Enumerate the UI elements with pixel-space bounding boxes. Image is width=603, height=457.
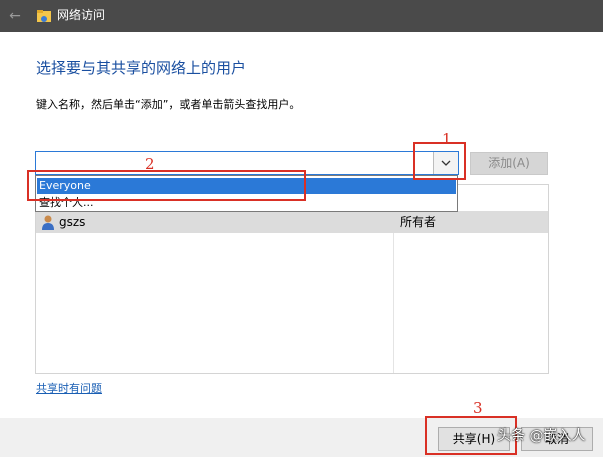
instruction-text: 键入名称，然后单击“添加”，或者单击箭头查找用户。: [36, 98, 301, 111]
list-item[interactable]: gszs 所有者: [36, 211, 548, 233]
add-button[interactable]: 添加(A): [470, 152, 548, 175]
annotation-box-2: [27, 170, 306, 201]
dialog-heading: 选择要与其共享的网络上的用户: [36, 59, 247, 77]
annotation-box-1: [413, 142, 466, 180]
title-bar: ← 网络访问: [0, 0, 603, 32]
user-list[interactable]: gszs 所有者: [35, 184, 549, 374]
network-folder-icon: [37, 10, 51, 22]
annotation-label-1: 1: [442, 130, 452, 148]
annotation-label-2: 2: [145, 155, 155, 173]
permission-level: 所有者: [400, 215, 437, 229]
back-arrow-icon[interactable]: ←: [0, 0, 30, 32]
sharing-help-link[interactable]: 共享时有问题: [36, 380, 102, 396]
user-icon: [42, 215, 54, 230]
window-title: 网络访问: [57, 8, 106, 22]
user-name: gszs: [59, 215, 86, 229]
annotation-label-3: 3: [473, 399, 483, 417]
watermark: 头条 @嵌入人: [497, 428, 586, 444]
